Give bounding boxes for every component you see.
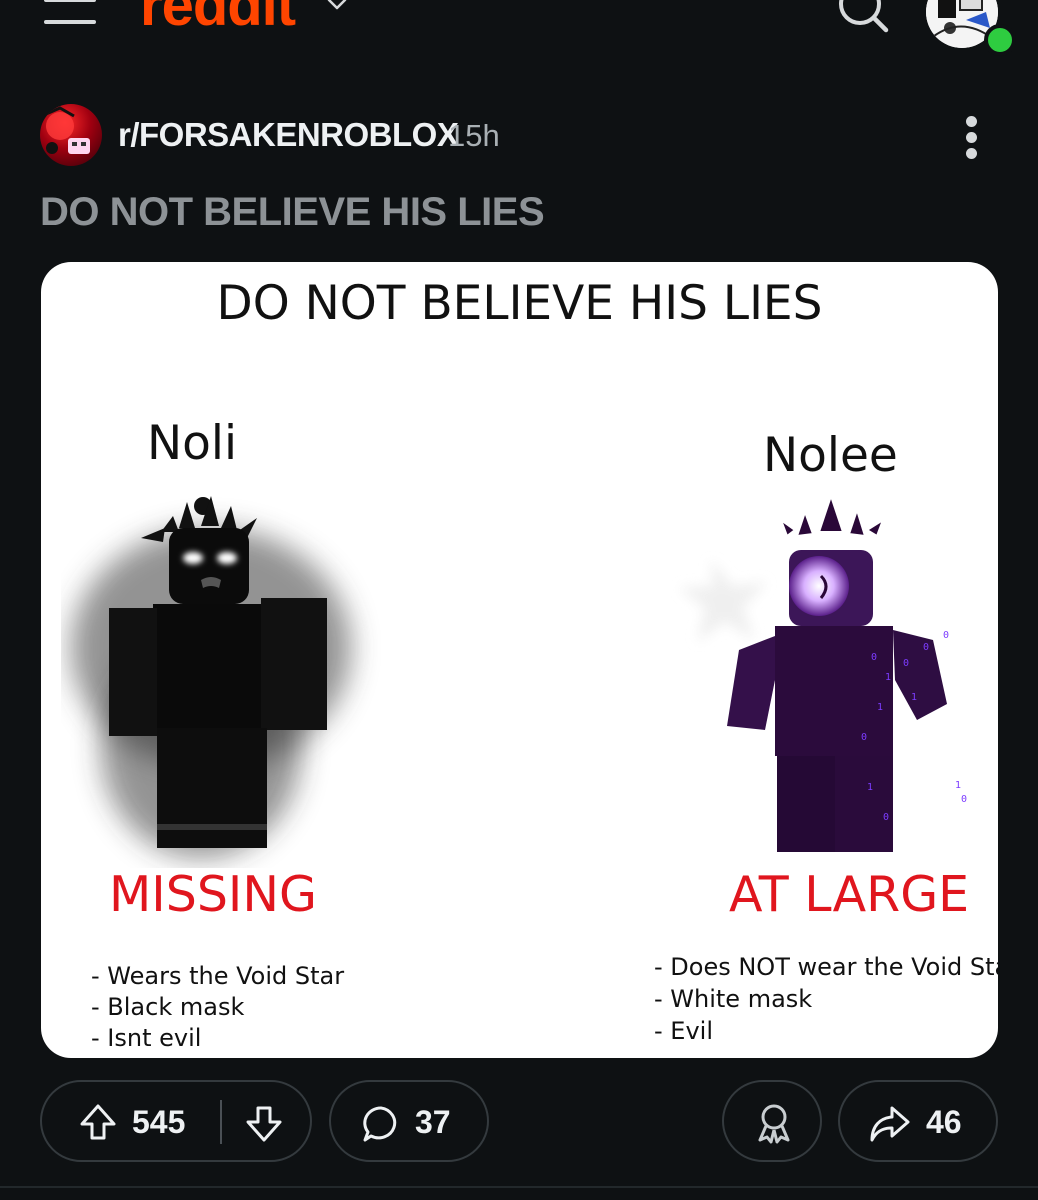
- trait-item: - Black mask: [91, 993, 245, 1021]
- trait-item: - Wears the Void Star: [91, 962, 345, 990]
- comment-count: 37: [415, 1104, 451, 1140]
- share-count: 46: [926, 1104, 962, 1140]
- post-title[interactable]: DO NOT BELIEVE HIS LIES: [40, 190, 545, 235]
- online-status-dot: [984, 24, 1016, 56]
- right-traits-list: - Does NOT wear the Void Star - White ma…: [654, 951, 998, 1047]
- subreddit-avatar[interactable]: [40, 104, 102, 166]
- menu-icon[interactable]: [44, 0, 96, 30]
- post-image[interactable]: DO NOT BELIEVE HIS LIES Noli Nolee 0 1 0…: [41, 262, 998, 1058]
- noli-character-image: [71, 496, 351, 858]
- right-character-name: Nolee: [763, 428, 898, 483]
- meme-title: DO NOT BELIEVE HIS LIES: [216, 276, 823, 331]
- divider: [0, 1186, 1038, 1188]
- trait-item: - White mask: [654, 985, 813, 1013]
- top-bar: reddit: [0, 0, 1038, 60]
- svg-text:0: 0: [961, 794, 967, 805]
- nolee-character-image: 010 101 010 001: [679, 492, 967, 852]
- svg-text:1: 1: [877, 702, 883, 713]
- left-traits-list: - Wears the Void Star - Black mask - Isn…: [91, 961, 344, 1054]
- reddit-logo[interactable]: reddit: [140, 0, 296, 39]
- vote-divider: [220, 1100, 222, 1144]
- chevron-down-icon[interactable]: [326, 0, 348, 16]
- award-icon: [758, 1104, 790, 1144]
- svg-text:1: 1: [885, 672, 891, 683]
- svg-text:0: 0: [923, 642, 929, 653]
- more-options-icon[interactable]: [958, 116, 986, 160]
- downvote-icon[interactable]: [244, 1104, 284, 1144]
- upvote-icon[interactable]: [78, 1102, 118, 1142]
- trait-item: - Does NOT wear the Void Star: [654, 953, 998, 981]
- subreddit-name[interactable]: r/FORSAKENROBLOX: [118, 116, 459, 154]
- trait-item: - Evil: [654, 1017, 713, 1045]
- svg-text:1: 1: [867, 782, 873, 793]
- vote-bar: 545: [40, 1080, 312, 1162]
- search-icon[interactable]: [836, 0, 890, 36]
- award-button[interactable]: [722, 1080, 822, 1162]
- svg-text:0: 0: [903, 658, 909, 669]
- comment-icon: [363, 1106, 397, 1142]
- share-icon: [870, 1106, 910, 1142]
- left-status-label: MISSING: [109, 866, 318, 923]
- svg-text:1: 1: [955, 780, 961, 791]
- post-timestamp: 15h: [448, 118, 500, 153]
- trait-item: - Isnt evil: [91, 1024, 202, 1052]
- share-button[interactable]: 46: [838, 1080, 998, 1162]
- left-character-name: Noli: [147, 416, 238, 471]
- svg-text:0: 0: [861, 732, 867, 743]
- svg-text:1: 1: [911, 692, 917, 703]
- svg-text:0: 0: [871, 652, 877, 663]
- svg-text:0: 0: [943, 630, 949, 641]
- upvote-count: 545: [132, 1104, 186, 1140]
- comments-button[interactable]: 37: [329, 1080, 489, 1162]
- svg-text:0: 0: [883, 812, 889, 823]
- right-status-label: AT LARGE: [729, 866, 970, 923]
